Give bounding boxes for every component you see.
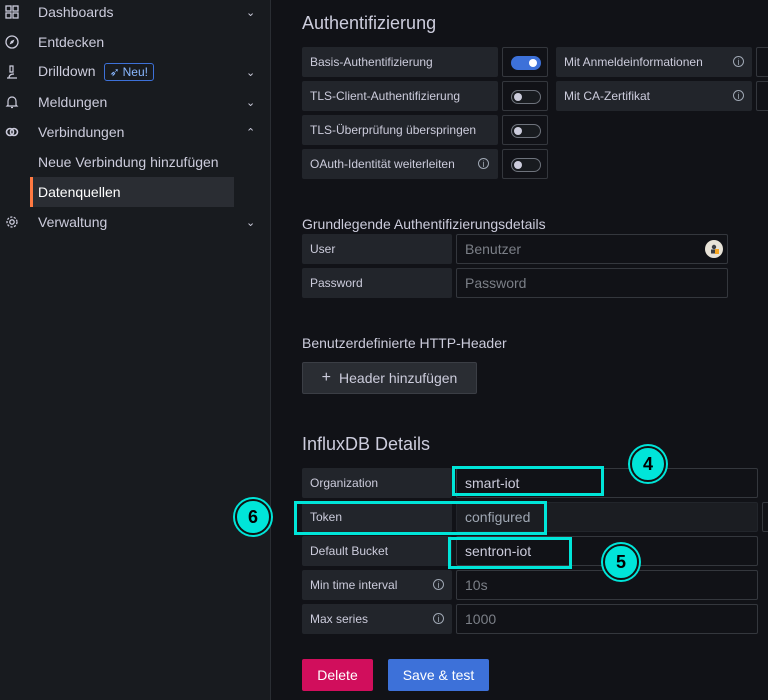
sidebar-item-label: Verbindungen	[38, 124, 125, 140]
tls-client-toggle[interactable]	[511, 90, 541, 104]
link-icon	[4, 124, 20, 140]
info-icon[interactable]: i	[433, 579, 444, 590]
with-credentials-label: Mit Anmeldeinformationen i	[556, 47, 752, 77]
basic-details-title: Grundlegende Authentifizierungsdetails	[302, 216, 546, 232]
oauth-forward-switch-box	[502, 149, 548, 179]
callout-5: 5	[603, 544, 639, 580]
user-label: User	[302, 234, 452, 264]
sidebar-item-meldungen[interactable]: Meldungen ⌄	[0, 87, 270, 117]
toggle-knob	[514, 127, 522, 135]
default-bucket-label: Default Bucket	[302, 536, 452, 566]
chevron-down-icon[interactable]: ⌄	[246, 6, 255, 19]
user-input[interactable]: Benutzer	[456, 234, 728, 264]
basic-auth-label: Basis-Authentifizierung	[302, 47, 498, 77]
sidebar-item-label: Meldungen	[38, 94, 108, 110]
sidebar-item-drilldown[interactable]: Drilldown ➶ Neu! ⌄	[0, 57, 270, 87]
max-series-text: Max series	[310, 612, 369, 626]
sidebar-item-label: Datenquellen	[38, 184, 121, 200]
max-series-label: Max series i	[302, 604, 452, 634]
tls-skip-toggle[interactable]	[511, 124, 541, 138]
password-label: Password	[302, 268, 452, 298]
min-time-interval-text: Min time interval	[310, 578, 398, 592]
basic-auth-toggle[interactable]	[511, 56, 541, 70]
sidebar-item-verwaltung[interactable]: Verwaltung ⌄	[0, 207, 270, 237]
callout-4: 4	[630, 446, 666, 482]
auth-section-title: Authentifizierung	[302, 13, 437, 33]
with-credentials-switch-box[interactable]	[756, 47, 768, 77]
chevron-down-icon[interactable]: ⌄	[246, 66, 255, 79]
info-icon[interactable]: i	[733, 56, 744, 67]
tls-skip-label: TLS-Überprüfung überspringen	[302, 115, 498, 145]
save-test-button[interactable]: Save & test	[388, 659, 489, 691]
organization-label: Organization	[302, 468, 452, 498]
delete-button[interactable]: Delete	[302, 659, 373, 691]
max-series-input[interactable]: 1000	[456, 604, 758, 634]
password-manager-icon[interactable]	[705, 240, 723, 258]
info-icon[interactable]: i	[433, 613, 444, 624]
min-time-interval-input[interactable]: 10s	[456, 570, 758, 600]
grid-icon	[4, 4, 20, 20]
new-badge: ➶ Neu!	[103, 63, 154, 81]
user-placeholder: Benutzer	[465, 241, 522, 257]
token-reset-button[interactable]	[762, 502, 768, 532]
gear-icon	[4, 214, 20, 230]
add-header-button[interactable]: + Header hinzufügen	[302, 362, 477, 394]
influx-section-title: InfluxDB Details	[302, 434, 431, 454]
sidebar-item-label: Neue Verbindung hinzufügen	[38, 154, 219, 170]
highlight-organization-box	[452, 466, 604, 496]
add-header-label: Header hinzufügen	[339, 370, 458, 386]
sidebar-item-label: Drilldown ➶ Neu!	[38, 63, 154, 81]
rocket-icon: ➶	[109, 65, 120, 79]
with-credentials-text: Mit Anmeldeinformationen	[564, 55, 703, 69]
sidebar-item-entdecken[interactable]: Entdecken	[0, 27, 270, 57]
plus-icon: +	[321, 369, 332, 386]
info-icon[interactable]: i	[478, 158, 489, 169]
with-ca-text: Mit CA-Zertifikat	[564, 89, 651, 103]
chevron-down-icon[interactable]: ⌄	[246, 216, 255, 229]
tls-client-label: TLS-Client-Authentifizierung	[302, 81, 498, 111]
sidebar-item-dashboards[interactable]: Dashboards ⌄	[0, 0, 270, 27]
highlight-bucket-box	[448, 537, 572, 569]
sidebar-item-datasources[interactable]: Datenquellen	[30, 177, 234, 207]
min-time-interval-label: Min time interval i	[302, 570, 452, 600]
sidebar-item-label: Entdecken	[38, 34, 105, 50]
password-input[interactable]: Password	[456, 268, 728, 298]
basic-auth-switch-box	[502, 47, 548, 77]
sidebar-item-verbindungen[interactable]: Verbindungen ⌃	[0, 117, 270, 147]
sidebar-item-new-connection[interactable]: Neue Verbindung hinzufügen	[30, 147, 234, 177]
info-icon[interactable]: i	[733, 90, 744, 101]
microscope-icon	[4, 64, 20, 80]
oauth-forward-toggle[interactable]	[511, 158, 541, 172]
oauth-forward-label: OAuth-Identität weiterleiten i	[302, 149, 498, 179]
sidebar-item-label: Dashboards	[38, 4, 114, 20]
tls-client-switch-box	[502, 81, 548, 111]
with-ca-label: Mit CA-Zertifikat i	[556, 81, 752, 111]
oauth-forward-text: OAuth-Identität weiterleiten	[310, 157, 455, 171]
badge-text: Neu!	[122, 65, 148, 79]
drilldown-label: Drilldown	[38, 63, 96, 79]
compass-icon	[4, 34, 20, 50]
main-content: Authentifizierung Basis-Authentifizierun…	[271, 0, 768, 700]
toggle-knob	[514, 93, 522, 101]
toggle-knob	[514, 161, 522, 169]
chevron-up-icon[interactable]: ⌃	[246, 126, 255, 139]
with-ca-switch-box[interactable]	[756, 81, 768, 111]
custom-headers-title: Benutzerdefinierte HTTP-Header	[302, 335, 507, 351]
bell-icon	[4, 94, 20, 110]
sidebar-item-label: Verwaltung	[38, 214, 108, 230]
callout-6: 6	[235, 499, 271, 535]
highlight-token-box	[294, 501, 547, 535]
tls-skip-switch-box	[502, 115, 548, 145]
sidebar: Dashboards ⌄ Entdecken Drilldown ➶ Neu! ⌄ …	[0, 0, 271, 700]
toggle-knob	[529, 59, 537, 67]
chevron-down-icon[interactable]: ⌄	[246, 96, 255, 109]
